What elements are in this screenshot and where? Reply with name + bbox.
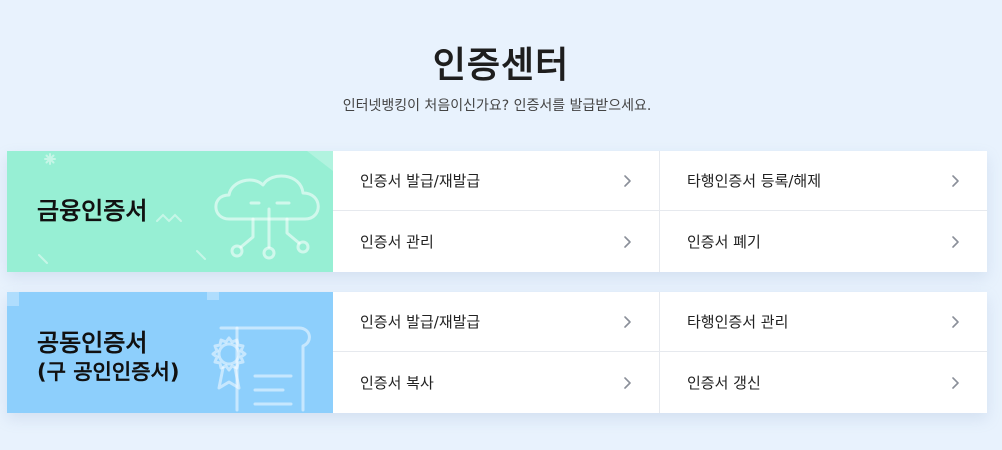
chevron-right-icon xyxy=(624,235,631,248)
financial-certificate-banner: 금융인증서 xyxy=(7,151,333,272)
link-revoke[interactable]: 인증서 폐기 xyxy=(660,211,987,272)
link-issue-reissue[interactable]: 인증서 발급/재발급 xyxy=(333,292,660,352)
link-label: 인증서 발급/재발급 xyxy=(360,172,481,190)
joint-certificate-title: 공동인증서 xyxy=(37,329,148,357)
link-manage[interactable]: 인증서 관리 xyxy=(333,211,660,272)
chevron-right-icon xyxy=(952,174,959,187)
link-label: 타행인증서 등록/해제 xyxy=(687,172,822,190)
chevron-right-icon xyxy=(952,376,959,389)
link-label: 인증서 발급/재발급 xyxy=(360,313,481,331)
link-issue-reissue[interactable]: 인증서 발급/재발급 xyxy=(333,151,660,211)
page-title: 인증센터 xyxy=(432,45,570,86)
link-label: 인증서 복사 xyxy=(360,374,434,392)
chevron-right-icon xyxy=(624,315,631,328)
link-copy[interactable]: 인증서 복사 xyxy=(333,352,660,413)
link-renew[interactable]: 인증서 갱신 xyxy=(660,352,987,413)
joint-certificate-section: 공동인증서 (구 공인인증서) 인증서 발급/재발급 타행인증서 관리 인증서 … xyxy=(7,292,987,413)
joint-certificate-banner: 공동인증서 (구 공인인증서) xyxy=(7,292,333,413)
page-subtitle: 인터넷뱅킹이 처음이신가요? 인증서를 발급받으세요. xyxy=(342,98,652,114)
link-label: 인증서 갱신 xyxy=(687,374,761,392)
joint-certificate-menu: 인증서 발급/재발급 타행인증서 관리 인증서 복사 인증서 갱신 xyxy=(333,292,987,413)
chevron-right-icon xyxy=(952,235,959,248)
financial-certificate-title: 금융인증서 xyxy=(37,197,148,225)
joint-certificate-subtitle: (구 공인인증서) xyxy=(37,360,180,384)
chevron-right-icon xyxy=(624,376,631,389)
link-label: 타행인증서 관리 xyxy=(687,313,789,331)
chevron-right-icon xyxy=(952,315,959,328)
link-other-bank-manage[interactable]: 타행인증서 관리 xyxy=(660,292,987,352)
chevron-right-icon xyxy=(624,174,631,187)
link-label: 인증서 폐기 xyxy=(687,233,761,251)
link-label: 인증서 관리 xyxy=(360,233,434,251)
link-other-bank-register[interactable]: 타행인증서 등록/해제 xyxy=(660,151,987,211)
financial-certificate-section: 금융인증서 인증서 발급/재발급 타행인증서 등록/해제 인증서 관리 인증서 … xyxy=(7,151,987,272)
financial-certificate-menu: 인증서 발급/재발급 타행인증서 등록/해제 인증서 관리 인증서 폐기 xyxy=(333,151,987,272)
